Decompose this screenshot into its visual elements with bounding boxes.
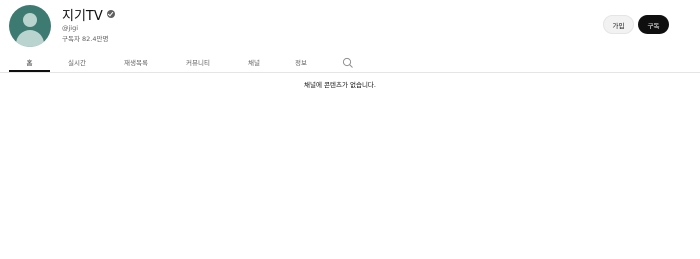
search-icon[interactable] <box>341 55 355 69</box>
tab-playlists[interactable]: 재생목록 <box>114 52 158 72</box>
subscribe-button[interactable]: 구독 <box>638 15 669 34</box>
join-button[interactable]: 가입 <box>603 15 634 34</box>
tab-live[interactable]: 실시간 <box>55 52 99 72</box>
verified-check-icon <box>106 10 115 18</box>
tab-home[interactable]: 홈 <box>9 52 50 72</box>
subscriber-count: 구독자 82.4만명 <box>62 35 109 43</box>
channel-avatar[interactable] <box>9 5 51 47</box>
channel-name-row: 지기TV <box>62 6 115 24</box>
channel-header: 지기TV @jigi 구독자 82.4만명 가입 구독 <box>0 0 700 52</box>
channel-name: 지기TV <box>62 8 103 24</box>
active-tab-indicator <box>9 70 50 72</box>
avatar-body-shape <box>16 30 44 47</box>
empty-content-message: 채널에 콘텐츠가 없습니다. <box>304 81 376 89</box>
tab-about[interactable]: 정보 <box>284 52 318 72</box>
channel-handle: @jigi <box>62 24 79 32</box>
avatar-head-shape <box>23 13 37 27</box>
channel-tabs: 홈 실시간 재생목록 커뮤니티 채널 정보 <box>0 52 700 73</box>
tab-community[interactable]: 커뮤니티 <box>176 52 220 72</box>
tab-channels[interactable]: 채널 <box>237 52 271 72</box>
